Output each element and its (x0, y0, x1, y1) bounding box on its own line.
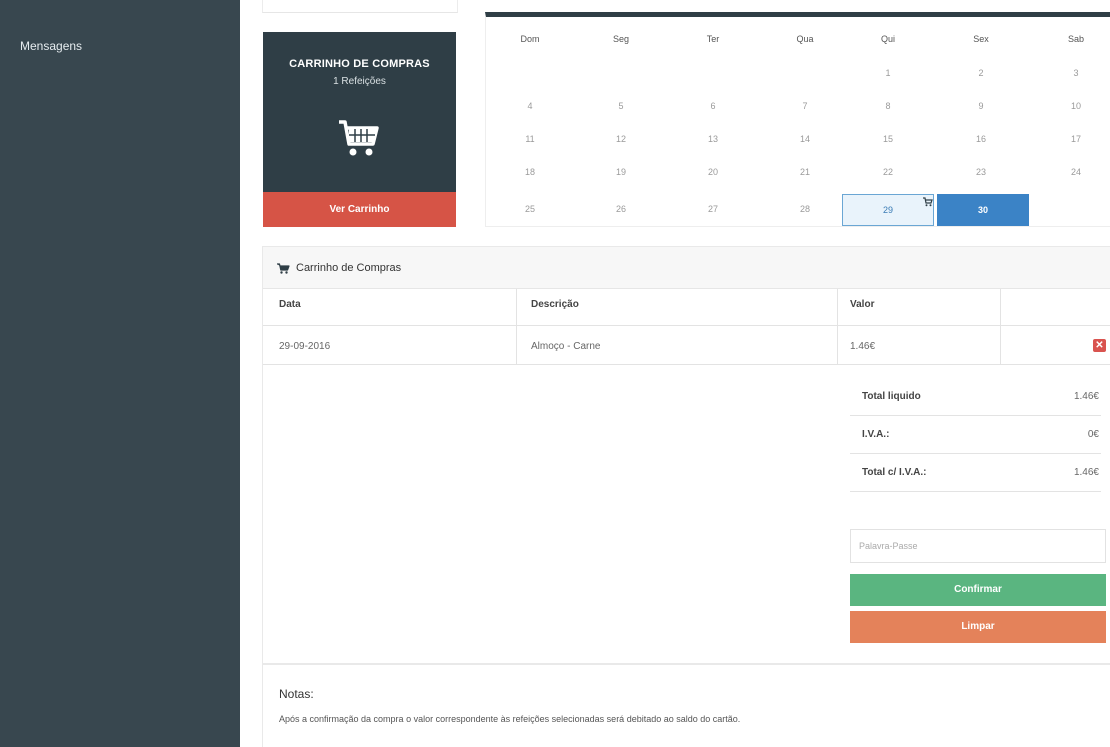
calendar-day[interactable]: 3 (1051, 68, 1101, 78)
calendar-weekday: Ter (706, 34, 720, 44)
calendar-day[interactable]: 26 (596, 204, 646, 214)
notes-title: Notas: (279, 687, 314, 701)
cell-value: 1.46€ (850, 341, 876, 352)
calendar-day[interactable]: 25 (505, 204, 555, 214)
calendar-day[interactable]: 19 (596, 167, 646, 177)
cart-panel: Carrinho de Compras Data Descrição Valor… (262, 246, 1110, 664)
calendar-day[interactable]: 20 (688, 167, 738, 177)
shopping-cart-icon (339, 120, 379, 156)
total-with-vat-value: 1.46€ (1073, 467, 1099, 478)
vat-row: I.V.A.: 0€ (850, 417, 1101, 454)
vat-value: 0€ (1087, 429, 1099, 440)
calendar-day[interactable]: 14 (780, 134, 830, 144)
sidebar-item-mensagens[interactable]: Mensagens (0, 34, 240, 58)
table-column-divider (516, 289, 517, 364)
cart-panel-title: Carrinho de Compras (296, 262, 402, 274)
cart-widget-title: CARRINHO DE COMPRAS (289, 58, 430, 70)
remove-item-button[interactable]: ✕ (1093, 339, 1106, 352)
table-row-divider (263, 325, 1110, 326)
calendar-day[interactable]: 21 (780, 167, 830, 177)
calendar-day[interactable]: 6 (688, 101, 738, 111)
calendar-weekday: Seg (612, 34, 629, 44)
table-column-divider (1000, 289, 1001, 364)
calendar-day[interactable]: 8 (863, 101, 913, 111)
notes-section: Notas: Após a confirmação da compra o va… (262, 664, 1110, 747)
confirm-button[interactable]: Confirmar (850, 574, 1106, 606)
calendar-weekday: Qui (880, 34, 895, 44)
shopping-cart-icon (277, 263, 290, 274)
calendar-day[interactable]: 18 (505, 167, 555, 177)
total-with-vat-row: Total c/ I.V.A.: 1.46€ (850, 455, 1101, 492)
top-card-stub (262, 0, 458, 13)
calendar-weekday: Qua (796, 34, 814, 44)
sidebar: Mensagens (0, 0, 240, 747)
column-header-value: Valor (850, 299, 875, 310)
cell-description: Almoço - Carne (531, 341, 601, 352)
calendar-day[interactable]: 5 (596, 101, 646, 111)
calendar-day[interactable]: 11 (505, 134, 555, 144)
password-input[interactable] (850, 529, 1106, 563)
calendar-day[interactable]: 9 (956, 101, 1006, 111)
notes-text: Após a confirmação da compra o valor cor… (279, 714, 741, 724)
cart-widget-count: 1 Refeições (333, 76, 386, 87)
calendar-day[interactable]: 28 (780, 204, 830, 214)
calendar-day[interactable]: 22 (863, 167, 913, 177)
calendar-day[interactable]: 13 (688, 134, 738, 144)
cell-date: 29-09-2016 (279, 341, 331, 352)
total-net-label: Total liquido (862, 391, 921, 402)
calendar-day-today-label: 29 (882, 205, 893, 215)
calendar-day[interactable]: 23 (956, 167, 1006, 177)
calendar-day[interactable]: 2 (956, 68, 1006, 78)
calendar-day[interactable]: 1 (863, 68, 913, 78)
calendar-weekday: Sab (1067, 34, 1084, 44)
clear-button[interactable]: Limpar (850, 611, 1106, 643)
calendar-day[interactable]: 10 (1051, 101, 1101, 111)
total-with-vat-label: Total c/ I.V.A.: (862, 467, 927, 478)
calendar-day[interactable]: 17 (1051, 134, 1101, 144)
cart-widget: CARRINHO DE COMPRAS 1 Refeições Ver Carr… (263, 32, 456, 227)
view-cart-button[interactable]: Ver Carrinho (263, 192, 456, 227)
cart-panel-header: Carrinho de Compras (263, 247, 1110, 289)
calendar-day[interactable]: 15 (863, 134, 913, 144)
calendar-day[interactable]: 4 (505, 101, 555, 111)
vat-label: I.V.A.: (862, 429, 890, 440)
calendar-day[interactable]: 24 (1051, 167, 1101, 177)
calendar-day[interactable]: 27 (688, 204, 738, 214)
calendar: Dom Seg Ter Qua Qui Sex Sab 1 2 3 4 5 6 … (485, 12, 1110, 227)
table-row-divider (263, 364, 1110, 365)
calendar-day-selected[interactable]: 30 (937, 194, 1029, 226)
total-net-value: 1.46€ (1073, 391, 1099, 402)
calendar-day-today[interactable]: 29 (842, 194, 934, 226)
column-header-description: Descrição (531, 299, 579, 310)
cart-marker-icon (923, 197, 933, 207)
calendar-weekday: Sex (973, 34, 989, 44)
table-column-divider (837, 289, 838, 364)
column-header-date: Data (279, 299, 301, 310)
calendar-weekday: Dom (520, 34, 540, 44)
total-net-row: Total liquido 1.46€ (850, 379, 1101, 416)
calendar-day[interactable]: 7 (780, 101, 830, 111)
calendar-day[interactable]: 12 (596, 134, 646, 144)
calendar-day[interactable]: 16 (956, 134, 1006, 144)
